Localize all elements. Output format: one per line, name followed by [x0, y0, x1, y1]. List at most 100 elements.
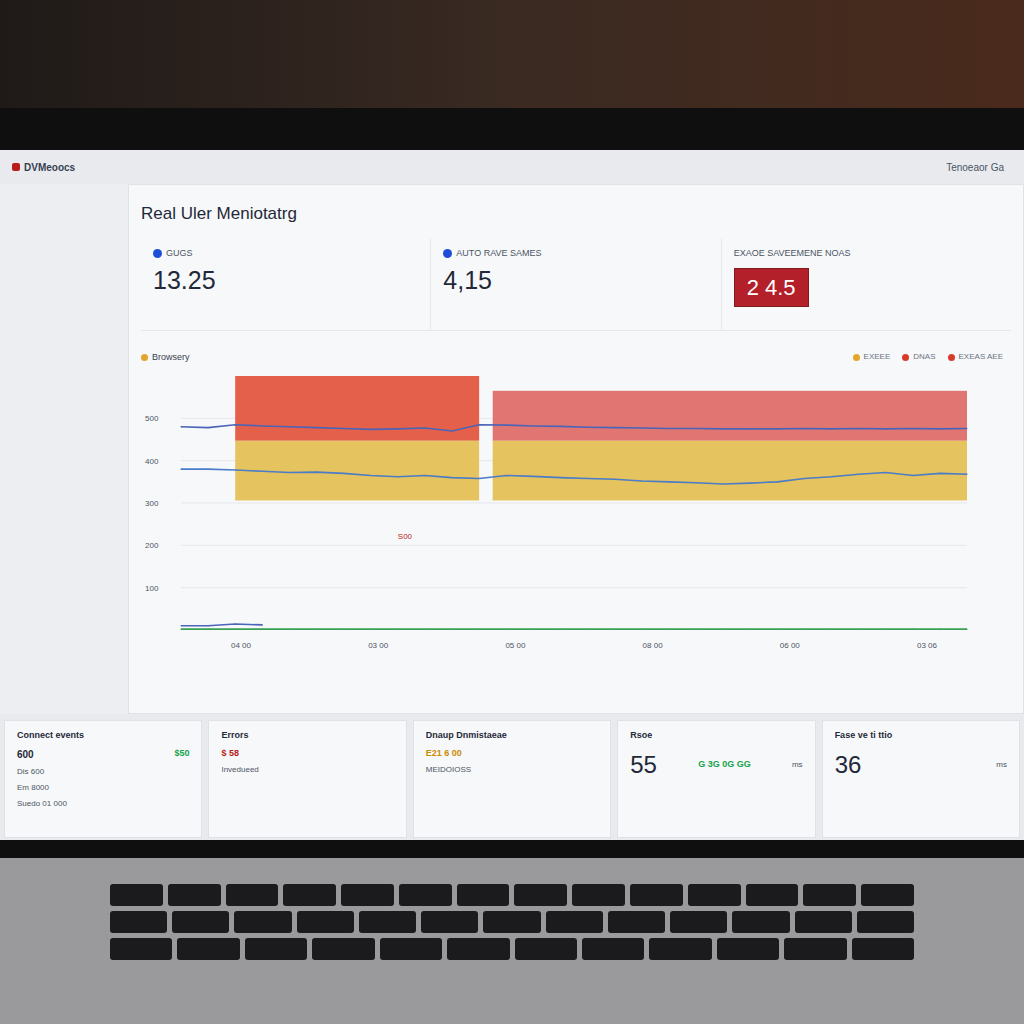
- top-bar: DVMeoocsTenoeaor Ga: [0, 150, 1024, 184]
- card-row: $ 58: [221, 747, 393, 761]
- data-point: [235, 424, 236, 425]
- data-point: [533, 425, 534, 426]
- app-title: DVMeoocs: [24, 160, 75, 175]
- chart-title-row: Browsery: [141, 351, 190, 365]
- legend-item[interactable]: EXEAS AEE: [948, 351, 1003, 363]
- data-point: [668, 629, 669, 630]
- x-tick: 06 00: [780, 641, 801, 650]
- card-row: 36ms: [835, 747, 1007, 783]
- grid-line: [181, 503, 967, 504]
- data-point: [235, 469, 236, 470]
- data-point: [966, 474, 967, 475]
- status-dot: [153, 249, 162, 258]
- background: [0, 0, 1024, 108]
- data-point: [397, 629, 398, 630]
- data-point: [641, 629, 642, 630]
- y-tick: 300: [145, 499, 159, 508]
- stat-card[interactable]: Rsoe55G 3G 0G GGms: [617, 720, 815, 838]
- chart-svg: 500400300200100S0004 0003 0005 0008 0006…: [141, 368, 1001, 658]
- data-point: [506, 629, 507, 630]
- series-line: [181, 624, 262, 626]
- card-value: 36: [835, 747, 862, 783]
- card-row: 55G 3G 0G GGms: [630, 747, 802, 783]
- legend-item[interactable]: DNAS: [902, 351, 935, 363]
- data-point: [235, 623, 236, 624]
- data-point: [370, 475, 371, 476]
- content: Real Uler MeniotatrgGUGS13.25AUTO RAVE S…: [0, 184, 1024, 714]
- data-point: [750, 629, 751, 630]
- data-point: [831, 629, 832, 630]
- data-point: [804, 478, 805, 479]
- chart-annotation: S00: [398, 532, 413, 541]
- legend-label: DNAS: [913, 351, 935, 363]
- data-point: [912, 428, 913, 429]
- data-point: [316, 427, 317, 428]
- legend-item[interactable]: EXEEE: [853, 351, 891, 363]
- laptop-bezel: DVMeoocsTenoeaor GaReal Uler MeniotatrgG…: [0, 108, 1024, 858]
- data-point: [939, 473, 940, 474]
- logo-icon: [12, 163, 20, 171]
- data-point: [208, 629, 209, 630]
- data-point: [316, 629, 317, 630]
- data-point: [370, 629, 371, 630]
- x-tick: 03 00: [368, 641, 389, 650]
- x-tick: 05 00: [505, 641, 526, 650]
- threshold-band: [493, 391, 967, 441]
- data-point: [695, 482, 696, 483]
- data-point: [560, 629, 561, 630]
- data-point: [641, 480, 642, 481]
- logo[interactable]: DVMeoocs: [12, 160, 75, 175]
- data-point: [506, 425, 507, 426]
- data-point: [180, 625, 181, 626]
- series-line: [181, 425, 967, 431]
- stat-card[interactable]: Fase ve ti ttio36ms: [822, 720, 1020, 838]
- data-point: [912, 629, 913, 630]
- data-point: [560, 426, 561, 427]
- data-point: [180, 426, 181, 427]
- y-tick: 500: [145, 414, 159, 423]
- stat-card[interactable]: Connect events600$50Dis 600Em 8000Suedo …: [4, 720, 202, 838]
- data-point: [262, 624, 263, 625]
- data-point: [289, 426, 290, 427]
- metric-card[interactable]: EXAOE SAVEEMENE NOAS2 4.5: [722, 239, 1011, 330]
- card-unit: ms: [792, 759, 803, 771]
- data-point: [262, 471, 263, 472]
- data-point: [451, 477, 452, 478]
- threshold-band: [235, 441, 479, 501]
- data-point: [506, 475, 507, 476]
- data-point: [912, 475, 913, 476]
- metric-card[interactable]: AUTO RAVE SAMES4,15: [431, 239, 721, 330]
- legend-label: EXEEE: [864, 351, 891, 363]
- data-point: [831, 476, 832, 477]
- card-title: Dnaup Dnmistaeae: [426, 729, 598, 743]
- stat-card[interactable]: Errors$ 58Invedueed: [208, 720, 406, 838]
- chart-icon: [141, 354, 148, 361]
- data-point: [451, 629, 452, 630]
- card-line: Invedueed: [221, 764, 393, 776]
- data-point: [722, 483, 723, 484]
- legend-dot: [948, 354, 955, 361]
- data-point: [858, 629, 859, 630]
- data-point: [451, 430, 452, 431]
- data-point: [208, 469, 209, 470]
- x-tick: 03 06: [917, 641, 938, 650]
- data-point: [668, 481, 669, 482]
- data-point: [641, 427, 642, 428]
- metric-label: AUTO RAVE SAMES: [456, 247, 541, 261]
- data-point: [750, 428, 751, 429]
- stat-card[interactable]: Dnaup DnmistaeaeE21 6 00MEIDOIOSS: [413, 720, 611, 838]
- data-point: [424, 629, 425, 630]
- x-tick: 08 00: [643, 641, 664, 650]
- data-point: [750, 483, 751, 484]
- data-point: [614, 427, 615, 428]
- card-value: 600: [17, 747, 34, 762]
- metric-label: EXAOE SAVEEMENE NOAS: [734, 247, 851, 261]
- y-tick: 200: [145, 541, 159, 550]
- metric-card[interactable]: GUGS13.25: [141, 239, 431, 330]
- metric-label-row: GUGS: [153, 247, 422, 261]
- data-point: [424, 427, 425, 428]
- legend-dot: [853, 354, 860, 361]
- series-line: [181, 628, 967, 630]
- data-point: [370, 429, 371, 430]
- sidebar: [0, 184, 128, 714]
